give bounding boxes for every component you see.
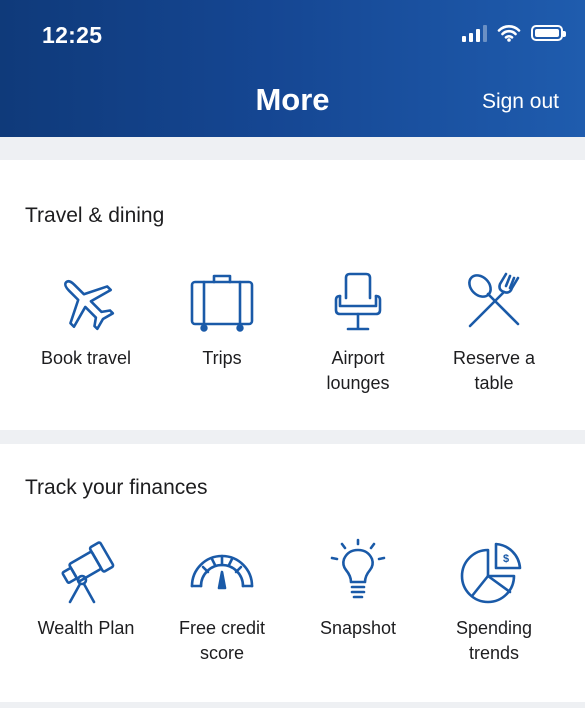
track-finances-section: Track your finances Wealth Plan Free cre… [0, 444, 585, 702]
status-icons [462, 24, 566, 42]
section-title: Travel & dining [25, 204, 165, 227]
tile-label: Snapshot [319, 618, 397, 638]
airplane-icon [64, 280, 115, 331]
tile-label: Free credit score [178, 618, 266, 663]
tile-label: Airport lounges [326, 348, 390, 393]
cellular-signal-icon [462, 24, 487, 42]
suitcase-icon [190, 274, 254, 332]
tile-label: Spending trends [455, 618, 533, 663]
status-time: 12:25 [42, 22, 103, 48]
tile-label: Reserve a table [452, 348, 536, 393]
section-title: Track your finances [25, 476, 208, 499]
battery-icon [531, 25, 566, 41]
book-travel-tile[interactable]: Book travel [18, 268, 154, 396]
tile-label: Wealth Plan [37, 618, 135, 638]
wifi-icon [497, 25, 521, 42]
tile-label: Book travel [40, 348, 132, 368]
travel-dining-tiles: Book travel Trips Airport lounges Reserv… [18, 268, 568, 396]
tile-label: Trips [202, 348, 242, 368]
snapshot-tile[interactable]: Snapshot [290, 538, 426, 666]
airport-lounges-tile[interactable]: Airport lounges [290, 268, 426, 396]
track-finances-tiles: Wealth Plan Free credit score Snapshot $… [18, 538, 568, 666]
free-credit-score-tile[interactable]: Free credit score [154, 538, 290, 666]
svg-text:$: $ [503, 553, 509, 565]
spending-trends-tile[interactable]: $ Spending trends [426, 538, 562, 666]
app-header: 12:25 More Sign out [0, 0, 585, 137]
wealth-plan-tile[interactable]: Wealth Plan [18, 538, 154, 666]
sign-out-button[interactable]: Sign out [482, 90, 559, 114]
telescope-icon [61, 541, 115, 604]
fork-spoon-icon [468, 272, 520, 328]
lounge-chair-icon [334, 272, 382, 331]
reserve-table-tile[interactable]: Reserve a table [426, 268, 562, 396]
gauge-icon [190, 554, 254, 590]
trips-tile[interactable]: Trips [154, 268, 290, 396]
travel-dining-section: Travel & dining Book travel Trips Airpor… [0, 160, 585, 430]
lightbulb-icon [330, 538, 386, 599]
pie-chart-dollar-icon: $ [460, 542, 522, 604]
